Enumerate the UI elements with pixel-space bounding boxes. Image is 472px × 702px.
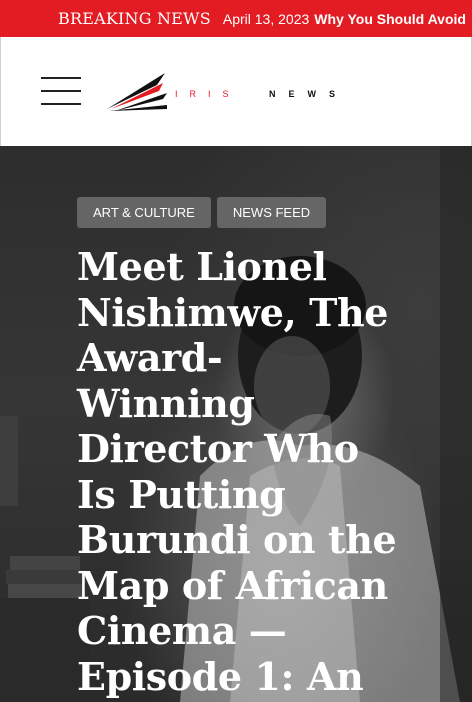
title-line: Map of African xyxy=(77,562,388,608)
site-logo[interactable]: IRIS NEWS xyxy=(105,67,365,117)
title-line: Nishimwe, The xyxy=(77,289,389,335)
title-line: Meet Lionel xyxy=(77,244,327,289)
logo-mark-icon xyxy=(107,73,167,111)
logo-iris-text: IRIS xyxy=(175,89,241,99)
site-header: IRIS NEWS xyxy=(0,37,472,146)
title-line: Burundi on the xyxy=(77,517,397,562)
title-line: Is Putting xyxy=(77,471,286,517)
article-title[interactable]: Meet Lionel Nishimwe, The Award- Winning… xyxy=(77,244,417,699)
title-line: Director Who xyxy=(77,426,359,471)
hero-section: ART & CULTURE NEWS FEED Meet Lionel Nish… xyxy=(0,146,472,702)
title-line: Episode 1: An xyxy=(77,653,364,699)
ticker-headline-link[interactable]: Why You Should Avoid xyxy=(314,11,466,27)
ticker-date: April 13, 2023 xyxy=(222,10,310,27)
title-line: Award- xyxy=(77,335,223,380)
tag-news-feed[interactable]: NEWS FEED xyxy=(216,197,327,228)
breaking-news-bar: BREAKING NEWS April 13, 2023 Why You Sho… xyxy=(0,0,472,37)
category-tags: ART & CULTURE NEWS FEED xyxy=(77,197,327,228)
breaking-news-label: BREAKING NEWS xyxy=(58,9,211,28)
hamburger-icon[interactable] xyxy=(41,75,81,107)
logo-news-text: NEWS xyxy=(269,89,348,99)
title-line: Winning xyxy=(77,380,255,426)
tag-art-culture[interactable]: ART & CULTURE xyxy=(77,197,211,228)
title-line: Cinema — xyxy=(77,608,287,653)
